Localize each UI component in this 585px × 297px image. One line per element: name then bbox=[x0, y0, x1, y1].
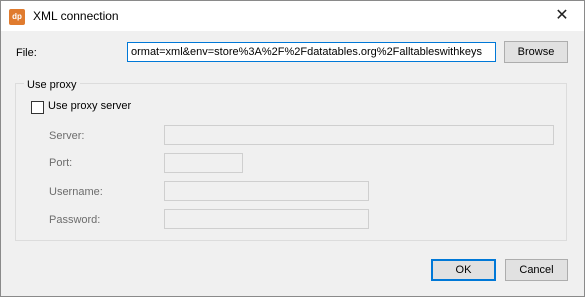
file-path-input[interactable]: ormat=xml&env=store%3A%2F%2Fdatatables.o… bbox=[127, 42, 496, 62]
password-input[interactable] bbox=[164, 209, 369, 229]
username-input[interactable] bbox=[164, 181, 369, 201]
use-proxy-label[interactable]: Use proxy server bbox=[48, 100, 131, 112]
server-input[interactable] bbox=[164, 125, 554, 145]
xml-connection-dialog: dp XML connection ✕ File: ormat=xml&env=… bbox=[0, 0, 585, 297]
dialog-title: XML connection bbox=[33, 9, 119, 23]
app-logo-icon: dp bbox=[9, 9, 25, 25]
username-label: Username: bbox=[49, 186, 103, 198]
server-label: Server: bbox=[49, 130, 85, 142]
cancel-button[interactable]: Cancel bbox=[505, 259, 568, 281]
port-label: Port: bbox=[49, 157, 73, 169]
ok-button[interactable]: OK bbox=[431, 259, 496, 281]
title-bar[interactable]: dp XML connection ✕ bbox=[1, 1, 584, 31]
proxy-group-label: Use proxy bbox=[24, 79, 80, 91]
close-icon[interactable]: ✕ bbox=[540, 1, 584, 31]
port-input[interactable] bbox=[164, 153, 243, 173]
use-proxy-checkbox[interactable] bbox=[31, 101, 44, 114]
password-label: Password: bbox=[49, 214, 101, 226]
file-label: File: bbox=[16, 47, 37, 59]
browse-button[interactable]: Browse bbox=[504, 41, 568, 63]
